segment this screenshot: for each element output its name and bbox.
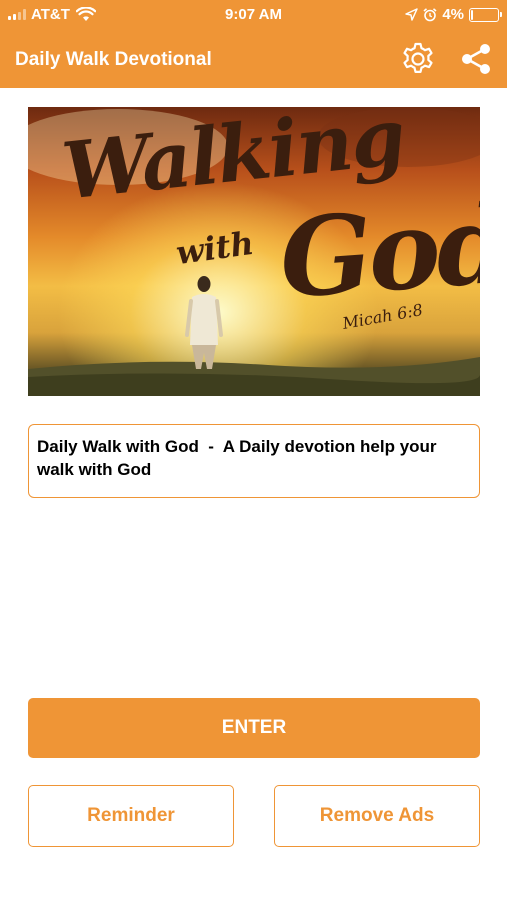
app-screen: AT&T 9:07 AM 4% Daily Walk Devotional Wa… bbox=[0, 0, 507, 900]
hero-image: Walking with God Micah 6:8 bbox=[28, 107, 480, 396]
battery-percent: 4% bbox=[442, 6, 464, 23]
alarm-icon bbox=[423, 7, 437, 21]
remove-ads-button[interactable]: Remove Ads bbox=[274, 785, 480, 847]
gear-icon bbox=[403, 42, 433, 73]
share-button[interactable] bbox=[457, 40, 495, 78]
description-box: Daily Walk with God - A Daily devotion h… bbox=[28, 424, 480, 498]
app-title: Daily Walk Devotional bbox=[15, 49, 212, 70]
settings-button[interactable] bbox=[399, 40, 437, 78]
reminder-button[interactable]: Reminder bbox=[28, 785, 234, 847]
status-bar: AT&T 9:07 AM 4% bbox=[0, 0, 507, 31]
walking-figure bbox=[185, 276, 223, 369]
app-bar: Daily Walk Devotional bbox=[0, 31, 507, 88]
battery-level bbox=[471, 9, 473, 20]
status-right: 4% bbox=[405, 6, 502, 23]
description-text: Daily Walk with God - A Daily devotion h… bbox=[37, 437, 442, 479]
location-arrow-icon bbox=[405, 8, 419, 21]
share-icon bbox=[462, 44, 490, 74]
enter-button[interactable]: ENTER bbox=[28, 698, 480, 758]
battery-icon bbox=[469, 7, 502, 22]
hero-title-god: God bbox=[275, 181, 480, 323]
